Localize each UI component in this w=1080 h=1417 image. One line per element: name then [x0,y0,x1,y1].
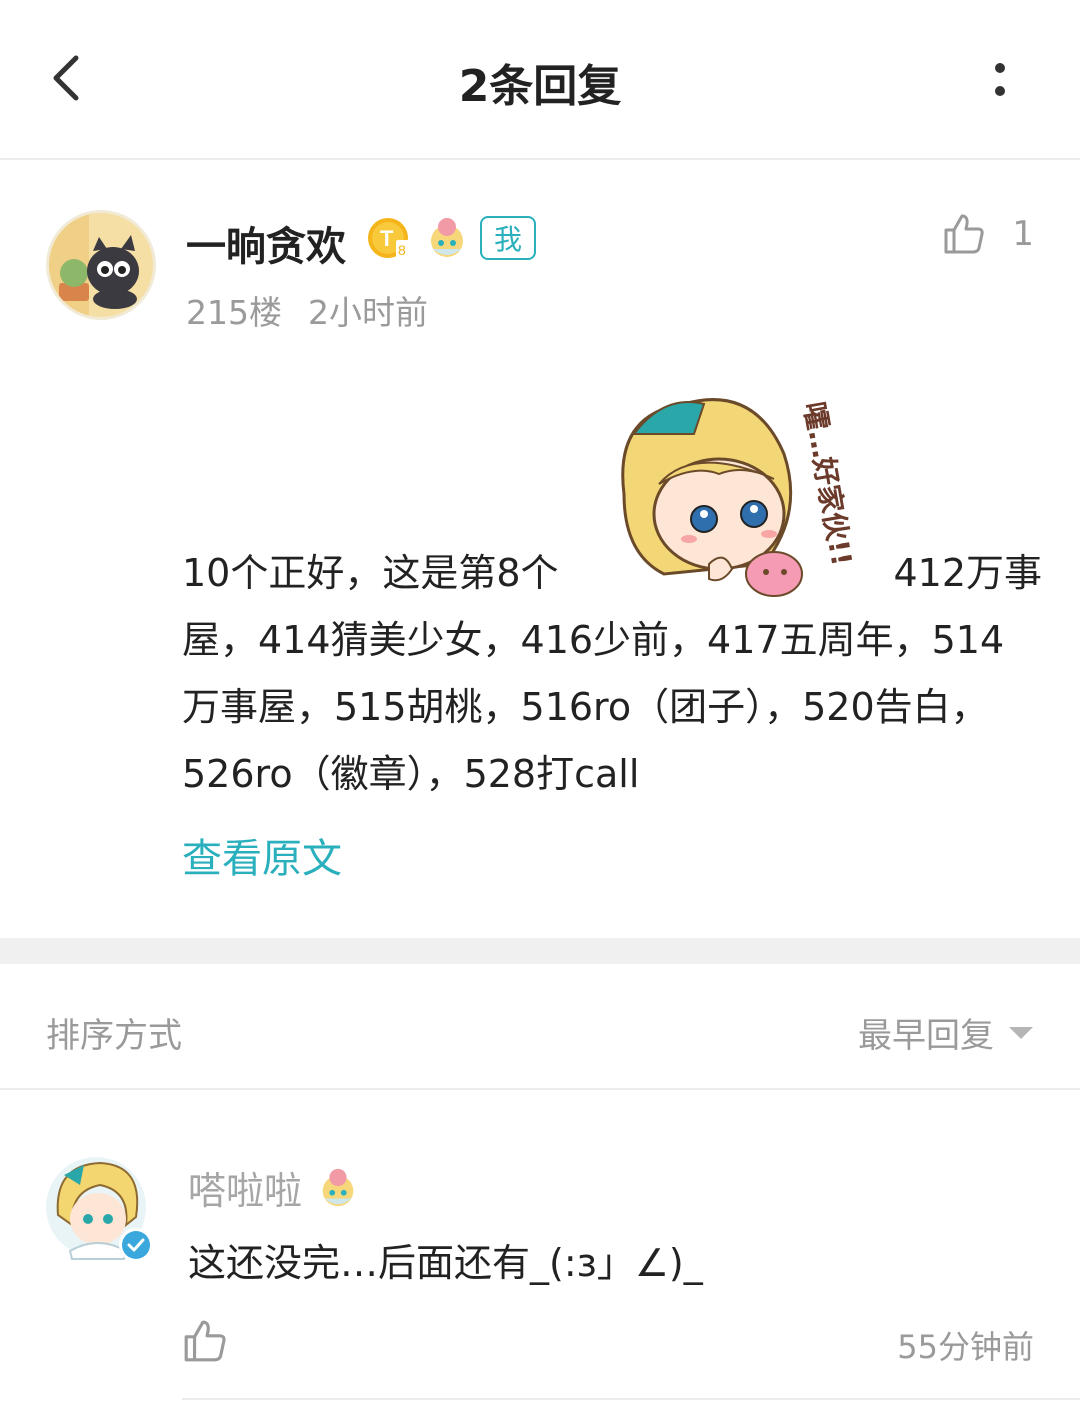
author-username[interactable]: 一晌贪欢 [186,214,346,272]
floor-number: 215楼 [186,293,282,332]
post-meta: 215楼 2小时前 [186,286,428,334]
divider [182,1398,1080,1400]
caret-down-icon [1009,1026,1033,1039]
svg-text:8: 8 [398,242,406,258]
more-vertical-icon[interactable] [980,58,1020,108]
post-time: 2小时前 [308,293,428,332]
sort-dropdown[interactable]: 最早回复 [858,1008,1034,1057]
content-line-1: 10个正好，这是第8个 412万事 [182,540,1042,607]
reply-username[interactable]: 嗒啦啦 [188,1160,302,1215]
top-bar: 2条回复 [0,0,1080,160]
post-like-count: 1 [1012,214,1034,254]
reply-username-row: 嗒啦啦 [188,1160,360,1215]
reply-time: 55分钟前 [897,1328,1034,1366]
thumbs-up-icon [944,214,985,254]
post-like-button[interactable]: 1 [942,212,1034,256]
view-original-link[interactable]: 查看原文 [182,826,342,884]
content-line1-a: 10个正好，这是第8个 [182,551,559,595]
svg-text:T: T [380,226,394,251]
post-content: 10个正好，这是第8个 412万事 屋，414猜美少女，416少前，417五周年… [182,540,1042,808]
reply-avatar[interactable] [44,1155,156,1267]
reply-like-button[interactable] [182,1318,228,1364]
page-title: 2条回复 [458,61,622,112]
level-badge-icon: T 8 [368,218,410,258]
sort-label: 排序方式 [46,1016,182,1056]
reply-text: 这还没完…后面还有_(:з」∠)_ [188,1241,703,1285]
me-tag: 我 [480,216,536,260]
content-line1-b: 412万事 [893,551,1042,595]
fan-badge-icon [322,1168,354,1206]
author-avatar[interactable] [46,210,156,320]
fan-badge-icon [431,218,463,257]
sort-selected: 最早回复 [858,1016,994,1056]
divider [0,1088,1080,1090]
author-badges: T 8 我 [366,214,536,262]
section-divider [0,938,1080,964]
content-rest: 屋，414猜美少女，416少前，417五周年，514万事屋，515胡桃，516r… [182,618,1005,796]
